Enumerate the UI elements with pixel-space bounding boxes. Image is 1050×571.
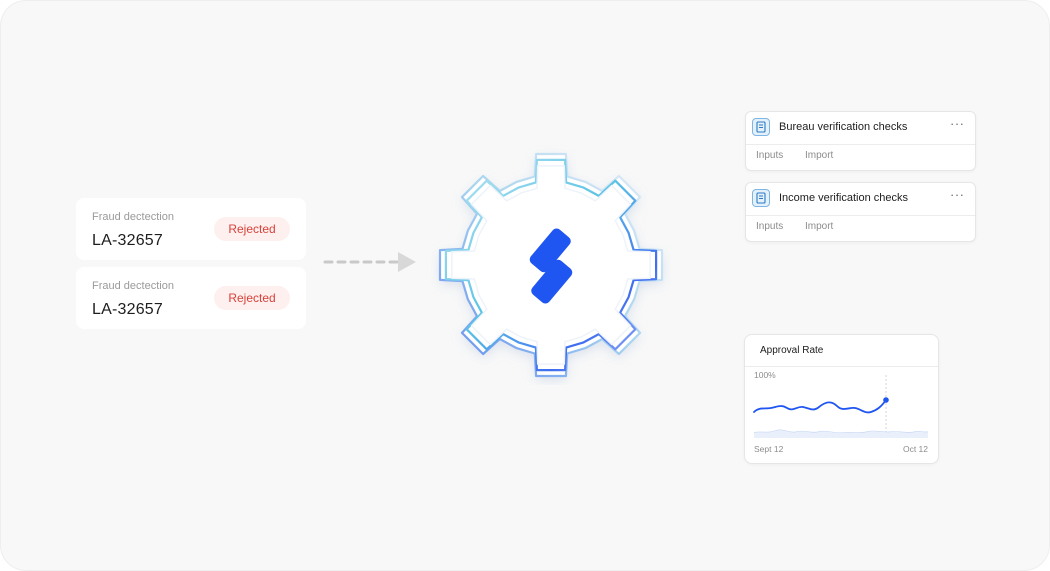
fraud-card-label: Fraud dectection — [92, 211, 174, 223]
income-check-card[interactable]: Income verification checks ··· Inputs Im… — [745, 182, 976, 242]
bureau-check-card[interactable]: Bureau verification checks ··· Inputs Im… — [745, 111, 976, 171]
check-title: Bureau verification checks — [779, 121, 908, 133]
check-title: Income verification checks — [779, 192, 908, 204]
approval-rate-card[interactable]: Approval Rate 100% Sept 12 Oct 12 — [744, 334, 939, 464]
fraud-card-id: LA-32657 — [92, 232, 163, 249]
tab-import[interactable]: Import — [805, 150, 833, 161]
tab-inputs[interactable]: Inputs — [756, 150, 783, 161]
gear-icon — [438, 152, 664, 378]
fraud-card-id: LA-32657 — [92, 301, 163, 318]
current-point — [883, 397, 889, 403]
more-icon[interactable]: ··· — [950, 116, 965, 131]
document-icon — [752, 118, 770, 136]
x-axis-end: Oct 12 — [902, 444, 928, 454]
tab-inputs[interactable]: Inputs — [756, 221, 783, 232]
status-badge: Rejected — [214, 286, 290, 310]
approval-series — [753, 399, 887, 414]
document-icon — [752, 189, 770, 207]
dashed-arrow-icon — [323, 252, 416, 272]
fraud-card-label: Fraud dectection — [92, 280, 174, 292]
fraud-card[interactable]: Fraud dectection LA-32657 Rejected — [76, 198, 306, 260]
fraud-card[interactable]: Fraud dectection LA-32657 Rejected — [76, 267, 306, 329]
tab-import[interactable]: Import — [805, 221, 833, 232]
canvas: Fraud dectection LA-32657 Rejected Fraud… — [0, 0, 1050, 571]
more-icon[interactable]: ··· — [950, 187, 965, 202]
baseline-area — [754, 430, 928, 438]
status-badge: Rejected — [214, 217, 290, 241]
x-axis-start: Sept 12 — [754, 444, 784, 454]
